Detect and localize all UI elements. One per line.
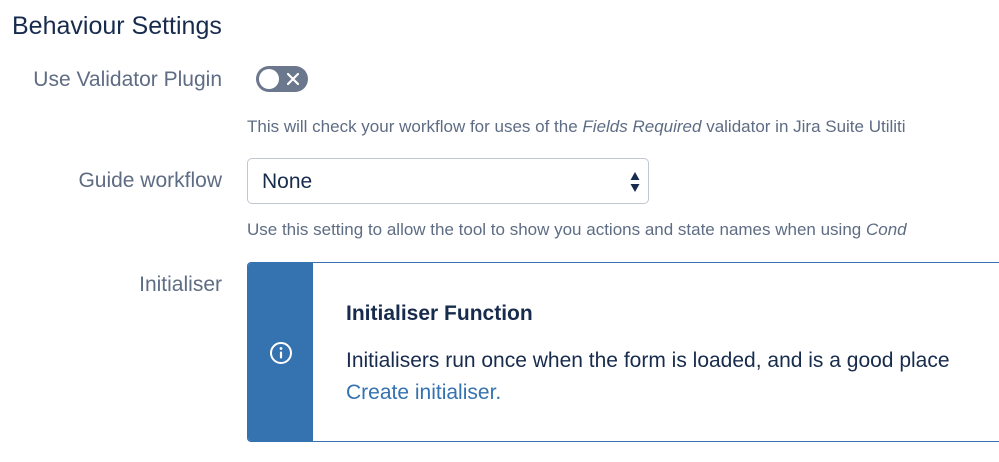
- guide-workflow-help-prefix: Use this setting to allow the tool to sh…: [247, 220, 866, 239]
- guide-workflow-select[interactable]: None: [247, 158, 649, 204]
- guide-workflow-help-emphasis: Cond: [865, 220, 907, 239]
- section-title: Behaviour Settings: [12, 12, 222, 40]
- guide-workflow-selected-value: None: [262, 170, 313, 193]
- validator-label: Use Validator Plugin: [33, 68, 222, 91]
- toggle-knob: [259, 69, 279, 89]
- validator-help-prefix: This will check your workflow for uses o…: [247, 117, 583, 136]
- validator-toggle[interactable]: [256, 66, 308, 92]
- info-circle-icon: [270, 342, 292, 364]
- validator-help-emphasis: Fields Required: [582, 117, 702, 136]
- guide-workflow-label: Guide workflow: [78, 169, 222, 192]
- create-initialiser-link[interactable]: Create initialiser.: [346, 381, 501, 405]
- validator-help-text: This will check your workflow for uses o…: [247, 117, 906, 137]
- initialiser-info-panel: Initialiser Function Initialisers run on…: [247, 262, 999, 442]
- initialiser-label: Initialiser: [139, 273, 222, 296]
- info-panel-body: Initialisers run once when the form is l…: [346, 349, 950, 372]
- info-panel-title: Initialiser Function: [346, 302, 533, 325]
- validator-help-suffix: validator in Jira Suite Utiliti: [701, 117, 906, 136]
- sort-arrows-icon: [630, 172, 640, 192]
- close-icon: [286, 72, 300, 86]
- info-stripe: [248, 263, 313, 441]
- guide-workflow-help-text: Use this setting to allow the tool to sh…: [247, 220, 907, 240]
